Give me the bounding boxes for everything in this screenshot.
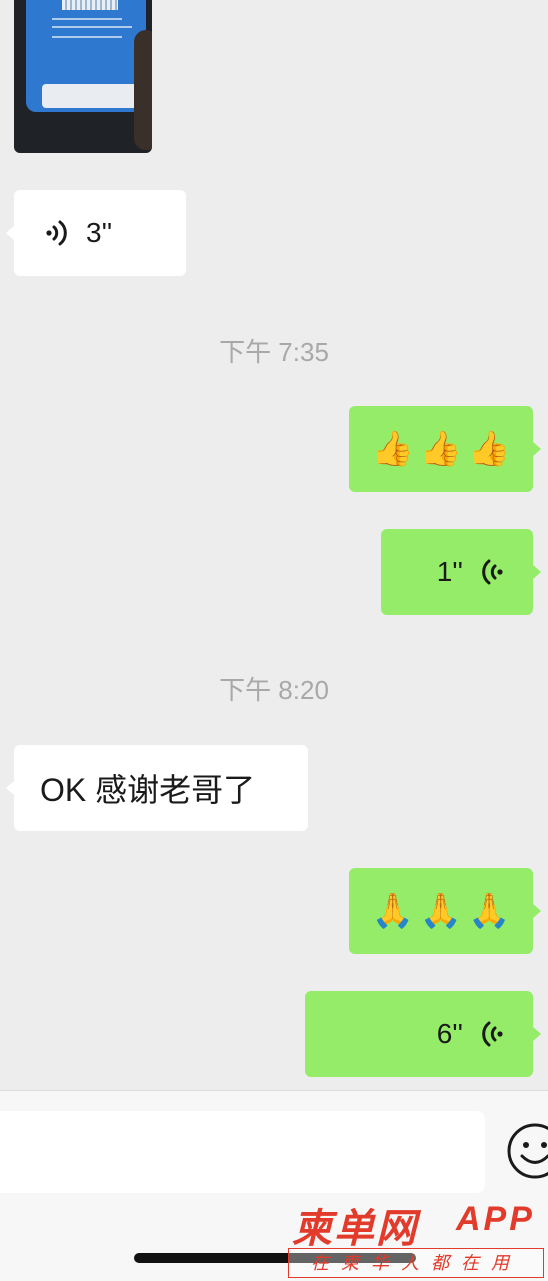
praying-hands-emoji: 🙏 xyxy=(371,892,414,930)
thumbs-up-emoji: 👍 xyxy=(468,430,511,468)
voice-wave-icon xyxy=(482,559,503,585)
voice-message-outgoing[interactable]: 6'' xyxy=(305,991,541,1077)
voice-message-incoming[interactable]: 3'' xyxy=(6,190,186,276)
voice-wave-icon xyxy=(46,220,67,246)
photo-qr-code xyxy=(62,0,118,10)
photo-text-line xyxy=(52,26,132,28)
voice-duration: 6'' xyxy=(436,1018,463,1049)
emoji-row: 👍 👍 👍 xyxy=(371,432,510,466)
watermark-slogan: 在柬华人都在用 xyxy=(288,1248,544,1278)
timestamp: 下午 8:20 xyxy=(219,675,329,705)
timestamp: 下午 7:35 xyxy=(219,337,329,367)
watermark-app-text: APP xyxy=(456,1200,535,1238)
thumbs-up-emoji: 👍 xyxy=(419,430,463,468)
voice-wave-icon xyxy=(482,1021,503,1047)
photo-text-line xyxy=(52,36,122,38)
photo-phone-screen xyxy=(26,0,152,112)
voice-duration: 3'' xyxy=(86,217,113,248)
watermark-logo: 柬单网 xyxy=(292,1207,418,1251)
smiley-icon[interactable] xyxy=(505,1121,548,1181)
emoji-message-outgoing[interactable]: 👍 👍 👍 xyxy=(349,406,541,492)
message-text: OK 感谢老哥了 xyxy=(40,772,256,808)
photo-text-line xyxy=(52,18,122,20)
praying-hands-emoji: 🙏 xyxy=(468,892,511,930)
emoji-message-outgoing[interactable]: 🙏 🙏 🙏 xyxy=(349,868,541,954)
thumbs-up-emoji: 👍 xyxy=(371,430,414,468)
text-message-incoming[interactable]: OK 感谢老哥了 xyxy=(6,745,308,831)
emoji-row: 🙏 🙏 🙏 xyxy=(371,894,510,928)
voice-duration: 1'' xyxy=(436,556,463,587)
image-message[interactable] xyxy=(14,0,152,153)
praying-hands-emoji: 🙏 xyxy=(419,892,463,930)
message-input[interactable] xyxy=(0,1111,485,1193)
photo-hand xyxy=(134,30,152,150)
voice-message-outgoing[interactable]: 1'' xyxy=(381,529,541,615)
